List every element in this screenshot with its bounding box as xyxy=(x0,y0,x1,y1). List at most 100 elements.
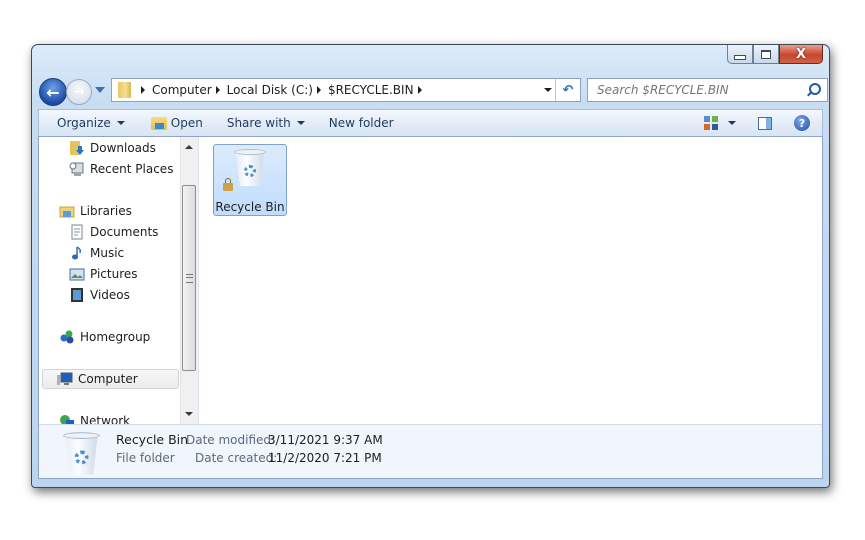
search-input[interactable] xyxy=(595,82,804,98)
close-icon: X xyxy=(795,46,807,62)
homegroup-icon xyxy=(60,330,74,344)
new-folder-label: New folder xyxy=(328,116,394,130)
date-modified-value: 3/11/2021 9:37 AM xyxy=(268,433,383,447)
details-name: Recycle Bin xyxy=(116,432,189,447)
nav-item-libraries[interactable]: Libraries xyxy=(59,201,132,221)
explorer-body: Downloads Recent Places Libraries Docume… xyxy=(38,136,823,479)
date-created-value: 11/2/2020 7:21 PM xyxy=(268,451,382,465)
nav-item-label: Computer xyxy=(78,372,138,386)
maximize-icon xyxy=(761,49,771,59)
documents-icon xyxy=(71,224,83,240)
date-modified-label: Date modified: xyxy=(186,433,276,447)
folder-icon xyxy=(118,82,131,98)
details-type: File folder xyxy=(116,451,175,465)
minimize-button[interactable] xyxy=(727,45,753,64)
music-icon xyxy=(72,246,81,260)
recent-pages-dropdown[interactable] xyxy=(95,87,105,93)
videos-icon xyxy=(71,288,83,302)
nav-item-homegroup[interactable]: Homegroup xyxy=(59,327,150,347)
back-button[interactable]: ← xyxy=(39,78,67,106)
scroll-up-icon[interactable] xyxy=(185,145,193,149)
navigation-bar: ← → Computer Local Disk (C:) $RECYCLE.BI… xyxy=(39,77,836,106)
share-with-button[interactable]: Share with xyxy=(221,112,311,134)
chevron-down-icon xyxy=(116,121,125,125)
breadcrumb-computer[interactable]: Computer xyxy=(152,83,227,97)
nav-item-label: Videos xyxy=(90,288,130,302)
command-toolbar: Organize Open Share with New folder ? xyxy=(38,109,823,137)
date-created-label: Date created: xyxy=(195,451,278,465)
search-box[interactable] xyxy=(587,78,828,102)
open-folder-icon xyxy=(150,116,167,130)
back-arrow-icon: ← xyxy=(46,82,60,102)
share-with-label: Share with xyxy=(226,116,291,130)
file-list: Recycle Bin xyxy=(199,137,822,424)
address-bar[interactable]: Computer Local Disk (C:) $RECYCLE.BIN ↶ xyxy=(111,78,581,102)
explorer-window: X ← → Computer Local Disk (C:) $RECYCLE.… xyxy=(31,44,830,488)
grip-icon xyxy=(186,274,193,283)
nav-item-label: Music xyxy=(90,246,125,260)
file-item-recycle-bin[interactable]: Recycle Bin xyxy=(213,144,287,216)
nav-pane-scrollbar[interactable] xyxy=(180,137,198,424)
network-icon xyxy=(60,415,74,424)
forward-button[interactable]: → xyxy=(66,79,92,105)
toolbar-right: ? xyxy=(704,110,822,136)
refresh-button[interactable]: ↶ xyxy=(555,79,580,101)
maximize-button[interactable] xyxy=(753,45,779,64)
nav-item-music[interactable]: Music xyxy=(69,243,124,263)
nav-item-computer[interactable]: Computer xyxy=(42,369,179,389)
breadcrumb-label: $RECYCLE.BIN xyxy=(327,83,414,97)
change-view-icon[interactable] xyxy=(704,116,718,130)
nav-item-pictures[interactable]: Pictures xyxy=(69,264,138,284)
breadcrumb-label: Computer xyxy=(152,83,212,97)
recent-places-icon xyxy=(69,162,84,176)
help-icon[interactable]: ? xyxy=(794,115,810,131)
details-pane: Recycle Bin File folder Date modified: 3… xyxy=(39,424,822,478)
breadcrumb-root-arrow[interactable] xyxy=(137,86,152,94)
recycle-bin-icon xyxy=(233,148,267,188)
lock-icon xyxy=(223,178,233,191)
preview-pane-toggle-icon[interactable] xyxy=(758,116,772,130)
nav-item-network[interactable]: Network xyxy=(59,411,130,424)
computer-icon xyxy=(57,372,73,385)
nav-item-label: Homegroup xyxy=(80,330,151,344)
breadcrumb-recycle-bin-folder[interactable]: $RECYCLE.BIN xyxy=(328,83,429,97)
nav-item-label: Pictures xyxy=(90,267,138,281)
nav-item-recent-places[interactable]: Recent Places xyxy=(69,159,173,179)
new-folder-button[interactable]: New folder xyxy=(323,112,400,134)
help-label: ? xyxy=(798,116,806,130)
scroll-down-icon[interactable] xyxy=(185,412,193,416)
close-button[interactable]: X xyxy=(779,45,823,64)
navigation-pane: Downloads Recent Places Libraries Docume… xyxy=(39,137,199,424)
chevron-right-icon[interactable] xyxy=(316,86,321,94)
open-label: Open xyxy=(170,116,203,130)
nav-item-label: Recent Places xyxy=(90,162,174,176)
nav-item-label: Downloads xyxy=(90,141,156,155)
organize-button[interactable]: Organize xyxy=(51,112,131,134)
chevron-right-icon[interactable] xyxy=(215,86,220,94)
scrollbar-thumb[interactable] xyxy=(182,185,196,371)
nav-item-documents[interactable]: Documents xyxy=(69,222,158,242)
file-item-label: Recycle Bin xyxy=(215,200,285,214)
refresh-icon: ↶ xyxy=(562,82,574,98)
nav-item-label: Network xyxy=(80,414,131,424)
chevron-down-icon xyxy=(296,121,305,125)
view-options-dropdown[interactable] xyxy=(728,121,736,125)
forward-arrow-icon: → xyxy=(73,84,85,100)
chevron-right-icon[interactable] xyxy=(417,86,422,94)
nav-item-label: Libraries xyxy=(80,204,132,218)
nav-item-downloads[interactable]: Downloads xyxy=(69,138,156,158)
nav-item-videos[interactable]: Videos xyxy=(69,285,130,305)
breadcrumb-label: Local Disk (C:) xyxy=(226,83,313,97)
nav-item-label: Documents xyxy=(90,225,159,239)
chevron-right-icon xyxy=(141,86,145,94)
pictures-icon xyxy=(69,268,85,281)
recycle-bin-icon xyxy=(62,431,101,477)
open-button[interactable]: Open xyxy=(145,112,209,134)
address-history-dropdown[interactable] xyxy=(544,88,552,92)
caption-buttons: X xyxy=(727,45,823,65)
organize-label: Organize xyxy=(57,116,111,130)
search-icon[interactable] xyxy=(809,83,821,95)
breadcrumb-local-disk[interactable]: Local Disk (C:) xyxy=(227,83,328,97)
minimize-icon xyxy=(734,54,746,60)
libraries-icon xyxy=(59,206,75,218)
